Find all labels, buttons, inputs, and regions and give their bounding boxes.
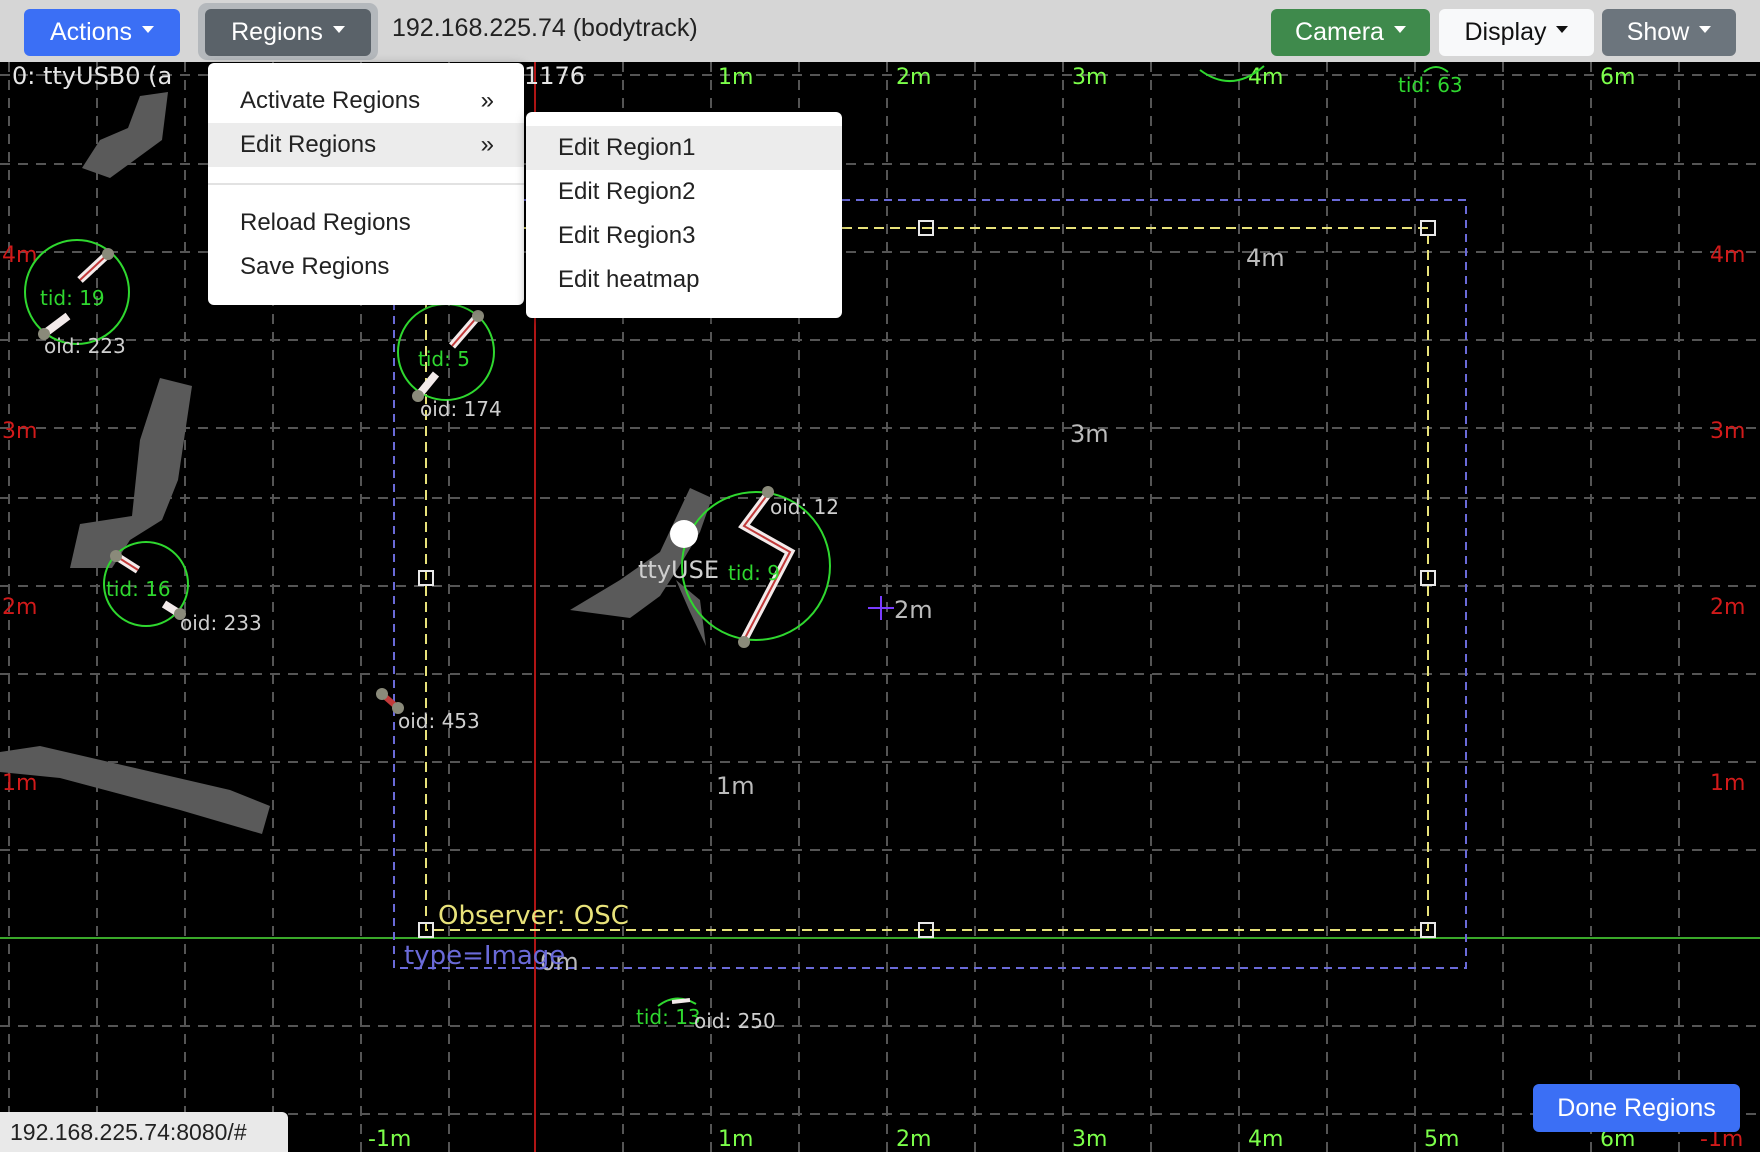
chevron-down-icon — [332, 26, 345, 33]
actions-label: Actions — [50, 18, 132, 46]
sensor-center-label: ttyUSE — [638, 556, 719, 584]
track-id-label: tid: 13 — [636, 1005, 701, 1029]
edit-regions-submenu: Edit Region1 Edit Region2 Edit Region3 E… — [526, 112, 842, 318]
range-label: 4m — [1246, 244, 1285, 272]
submenu-item-edit-region2[interactable]: Edit Region2 — [526, 170, 842, 214]
submenu-arrow-icon: » — [480, 87, 494, 114]
menu-item-edit-regions[interactable]: Edit Regions » — [208, 123, 524, 167]
grid-label-right: 2m — [1710, 595, 1745, 620]
regions-button[interactable]: Regions — [205, 9, 371, 56]
regions-label: Regions — [231, 18, 323, 46]
grid-label-left: 2m — [2, 595, 37, 620]
show-button[interactable]: Show — [1602, 9, 1736, 56]
object-id-label: oid: 223 — [44, 334, 126, 358]
track-id-label: tid: 9 — [728, 561, 780, 585]
object-id-label: oid: 12 — [770, 495, 839, 519]
grid-label-bottom: -1m — [368, 1127, 411, 1152]
menu-item-label: Activate Regions — [240, 87, 421, 114]
submenu-item-label: Edit Region1 — [558, 134, 696, 161]
object-id-label: oid: 453 — [398, 709, 480, 733]
grid-label-top: 2m — [896, 65, 931, 90]
submenu-item-edit-region1[interactable]: Edit Region1 — [526, 126, 842, 170]
display-label: Display — [1464, 18, 1547, 46]
submenu-item-label: Edit Region2 — [558, 178, 696, 205]
range-label: 2m — [894, 596, 933, 624]
menu-item-activate-regions[interactable]: Activate Regions » — [208, 79, 524, 123]
grid-label-right: 4m — [1710, 243, 1745, 268]
grid-label-left: 1m — [2, 771, 37, 796]
menu-item-save-regions[interactable]: Save Regions — [208, 245, 524, 289]
track-id-label: tid: 16 — [106, 577, 171, 601]
grid-label-bottom: 1m — [718, 1127, 753, 1152]
observer-label: Observer: OSC — [438, 901, 629, 931]
grid-label-bottom: 3m — [1072, 1127, 1107, 1152]
submenu-arrow-icon: » — [480, 131, 494, 158]
menu-item-label: Edit Regions — [240, 131, 377, 158]
submenu-item-edit-region3[interactable]: Edit Region3 — [526, 214, 842, 258]
camera-label: Camera — [1295, 18, 1384, 46]
grid-label-bottom: 2m — [896, 1127, 931, 1152]
region-type-label: type=Image — [404, 941, 565, 971]
chevron-down-icon — [1393, 26, 1406, 33]
menu-item-label: Save Regions — [240, 253, 390, 280]
range-label: 3m — [1070, 420, 1109, 448]
track-id-label: tid: 19 — [40, 286, 105, 310]
grid-label-bottom: 5m — [1424, 1127, 1459, 1152]
object-id-label: oid: 233 — [180, 611, 262, 635]
submenu-item-label: Edit Region3 — [558, 222, 696, 249]
submenu-item-edit-heatmap[interactable]: Edit heatmap — [526, 258, 842, 302]
grid-label-top: 3m — [1072, 65, 1107, 90]
top-toolbar: Actions Regions 192.168.225.74 (bodytrac… — [0, 0, 1760, 62]
grid-label-top: 6m — [1600, 65, 1635, 90]
chevron-down-icon — [141, 26, 154, 33]
chevron-down-icon — [1556, 26, 1569, 33]
track-id-label: tid: 5 — [418, 347, 470, 371]
done-regions-button[interactable]: Done Regions — [1533, 1084, 1740, 1132]
actions-button[interactable]: Actions — [24, 9, 180, 56]
camera-button[interactable]: Camera — [1271, 9, 1430, 56]
range-label: 1m — [716, 772, 755, 800]
grid-label-right: 1m — [1710, 771, 1745, 796]
sensor-label: 0: ttyUSB0 (a — [12, 62, 172, 90]
grid-label-bottom: 4m — [1248, 1127, 1283, 1152]
grid-label-top: 4m — [1248, 65, 1283, 90]
menu-divider — [208, 183, 524, 185]
menu-item-reload-regions[interactable]: Reload Regions — [208, 201, 524, 245]
grid-label-left: 3m — [2, 419, 37, 444]
menu-item-label: Reload Regions — [240, 209, 411, 236]
status-url-bar: 192.168.225.74:8080/# — [0, 1112, 288, 1152]
show-label: Show — [1626, 18, 1690, 46]
sensor-label-tail: 1176 — [524, 62, 585, 90]
status-url: 192.168.225.74:8080/# — [10, 1118, 247, 1145]
object-id-label: oid: 250 — [694, 1009, 776, 1033]
display-button[interactable]: Display — [1439, 9, 1594, 56]
grid-label-top: 1m — [718, 65, 753, 90]
host-label: 192.168.225.74 (bodytrack) — [392, 14, 698, 42]
regions-menu: Activate Regions » Edit Regions » Reload… — [208, 63, 524, 305]
done-regions-label: Done Regions — [1557, 1093, 1716, 1122]
submenu-item-label: Edit heatmap — [558, 266, 700, 293]
chevron-down-icon — [1699, 26, 1712, 33]
track-id-label: tid: 63 — [1398, 73, 1463, 97]
grid-label-right: 3m — [1710, 419, 1745, 444]
object-id-label: oid: 174 — [420, 397, 502, 421]
